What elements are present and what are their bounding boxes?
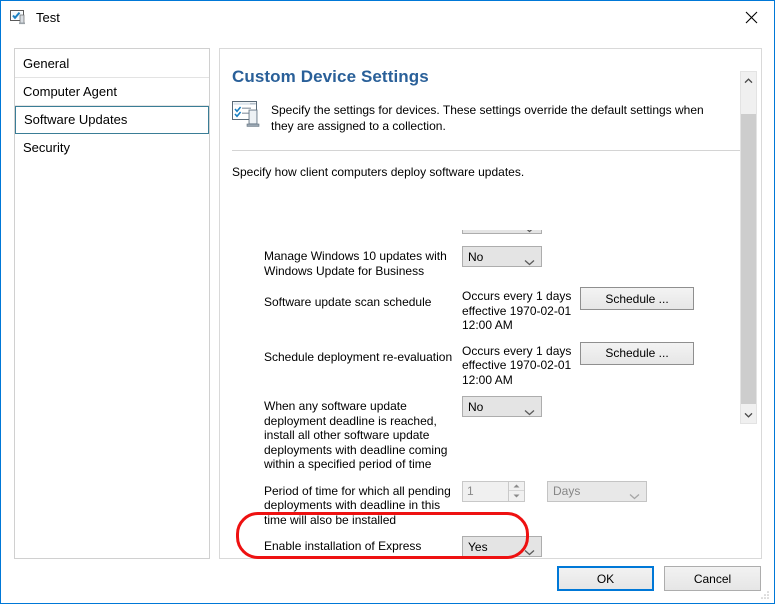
setting-row-enable-software-updates: Enable software updates on clients Yes — [232, 230, 732, 241]
combo-deadline-install-all[interactable]: No — [462, 396, 542, 417]
sidebar-item-label: Software Updates — [24, 112, 128, 127]
spinner-buttons — [508, 481, 524, 501]
sidebar-item-label: Computer Agent — [23, 84, 117, 99]
chevron-down-icon — [744, 412, 753, 418]
cancel-button[interactable]: Cancel — [664, 566, 761, 591]
combo-value: Days — [553, 484, 581, 498]
dialog-content: General Computer Agent Software Updates … — [1, 34, 774, 603]
setting-label: Enable software updates on clients — [264, 230, 462, 231]
device-settings-icon — [232, 101, 263, 129]
spinner-up-icon[interactable] — [509, 482, 524, 491]
combo-value: No — [468, 399, 484, 414]
setting-control: No — [462, 396, 542, 417]
sidebar-item-security[interactable]: Security — [15, 134, 209, 162]
settings-scroll-region: Enable software updates on clients Yes — [232, 230, 751, 558]
chevron-down-icon — [524, 255, 535, 269]
panel-description: Specify the settings for devices. These … — [232, 101, 722, 134]
sidebar-item-label: General — [23, 56, 70, 71]
spinner-value: 1 — [467, 483, 474, 498]
settings-vertical-scrollbar[interactable] — [740, 71, 757, 424]
setting-row-enable-express-installation: Enable installation of Express installat… — [232, 531, 732, 558]
page-title: Custom Device Settings — [232, 67, 429, 86]
setting-row-deadline-install-all: When any software update deployment dead… — [232, 391, 732, 476]
resize-grip[interactable] — [759, 589, 771, 601]
panel-description-text: Specify the settings for devices. These … — [271, 103, 704, 133]
chevron-down-icon — [629, 489, 640, 503]
schedule-button-reevaluation[interactable]: Schedule ... — [580, 341, 694, 365]
chevron-down-icon — [524, 230, 535, 236]
settings-list: Enable software updates on clients Yes — [232, 230, 732, 558]
ok-button[interactable]: OK — [557, 566, 654, 591]
window-title: Test — [36, 10, 60, 25]
combo-enable-software-updates[interactable]: Yes — [462, 230, 542, 234]
panel-instruction: Specify how client computers deploy soft… — [232, 165, 525, 179]
settings-nav-list: General Computer Agent Software Updates … — [14, 48, 210, 559]
chevron-down-icon — [524, 405, 535, 419]
combo-manage-windows10-updates[interactable]: No — [462, 246, 542, 267]
scroll-thumb[interactable] — [741, 114, 756, 404]
dialog-footer: OK Cancel — [557, 566, 761, 591]
setting-control: Yes — [462, 536, 542, 557]
combo-value: Yes — [468, 230, 488, 231]
setting-control: Yes — [462, 230, 542, 234]
setting-row-manage-windows10-updates: Manage Windows 10 updates with Windows U… — [232, 241, 732, 282]
combo-enable-express-installation[interactable]: Yes — [462, 536, 542, 557]
custom-device-settings-panel: Custom Device Settings Specify the setti… — [219, 48, 762, 559]
spinner-down-icon[interactable] — [509, 491, 524, 501]
sidebar-item-general[interactable]: General — [15, 50, 209, 78]
setting-label: Enable installation of Express installat… — [264, 539, 422, 558]
divider — [232, 150, 749, 151]
dialog-window: Test General Computer Agent Software Upd… — [0, 0, 775, 604]
window-icon — [10, 9, 27, 26]
schedule-button-scan[interactable]: Schedule ... — [580, 287, 694, 310]
setting-label: Schedule deployment re-evaluation — [264, 349, 453, 364]
chevron-down-icon — [524, 545, 535, 559]
sidebar-item-software-updates[interactable]: Software Updates — [15, 106, 209, 134]
close-button[interactable] — [729, 1, 774, 33]
scroll-up-button[interactable] — [741, 72, 756, 89]
scroll-down-button[interactable] — [741, 406, 756, 423]
setting-label: When any software update deployment dead… — [264, 399, 448, 471]
combo-value: Yes — [468, 539, 488, 554]
settings-group-icon — [232, 230, 264, 237]
setting-control: Occurs every 1 days effective 1970-02-01… — [462, 287, 694, 333]
combo-period-unit[interactable]: Days — [547, 480, 647, 503]
schedule-status-text: Occurs every 1 days effective 1970-02-01… — [462, 289, 572, 332]
combo-value: No — [468, 249, 484, 264]
setting-row-period-of-time: Period of time for which all pending dep… — [232, 476, 732, 532]
setting-control: 1 Days — [462, 480, 647, 503]
setting-row-software-update-scan-schedule: Software update scan schedule Occurs eve… — [232, 282, 732, 337]
sidebar-item-label: Security — [23, 140, 70, 155]
spinner-period-of-time[interactable]: 1 — [462, 480, 525, 502]
close-icon — [745, 11, 758, 23]
setting-control: Occurs every 1 days effective 1970-02-01… — [462, 341, 694, 388]
setting-label: Manage Windows 10 updates with Windows U… — [264, 249, 447, 278]
title-bar: Test — [1, 1, 774, 34]
setting-row-schedule-deployment-reevaluation: Schedule deployment re-evaluation Occurs… — [232, 337, 732, 392]
sidebar-item-computer-agent[interactable]: Computer Agent — [15, 78, 209, 106]
schedule-status-text: Occurs every 1 days effective 1970-02-01… — [462, 343, 572, 387]
setting-control: No — [462, 246, 542, 267]
setting-label: Software update scan schedule — [264, 295, 432, 309]
setting-label: Period of time for which all pending dep… — [264, 483, 451, 527]
chevron-up-icon — [744, 77, 753, 83]
